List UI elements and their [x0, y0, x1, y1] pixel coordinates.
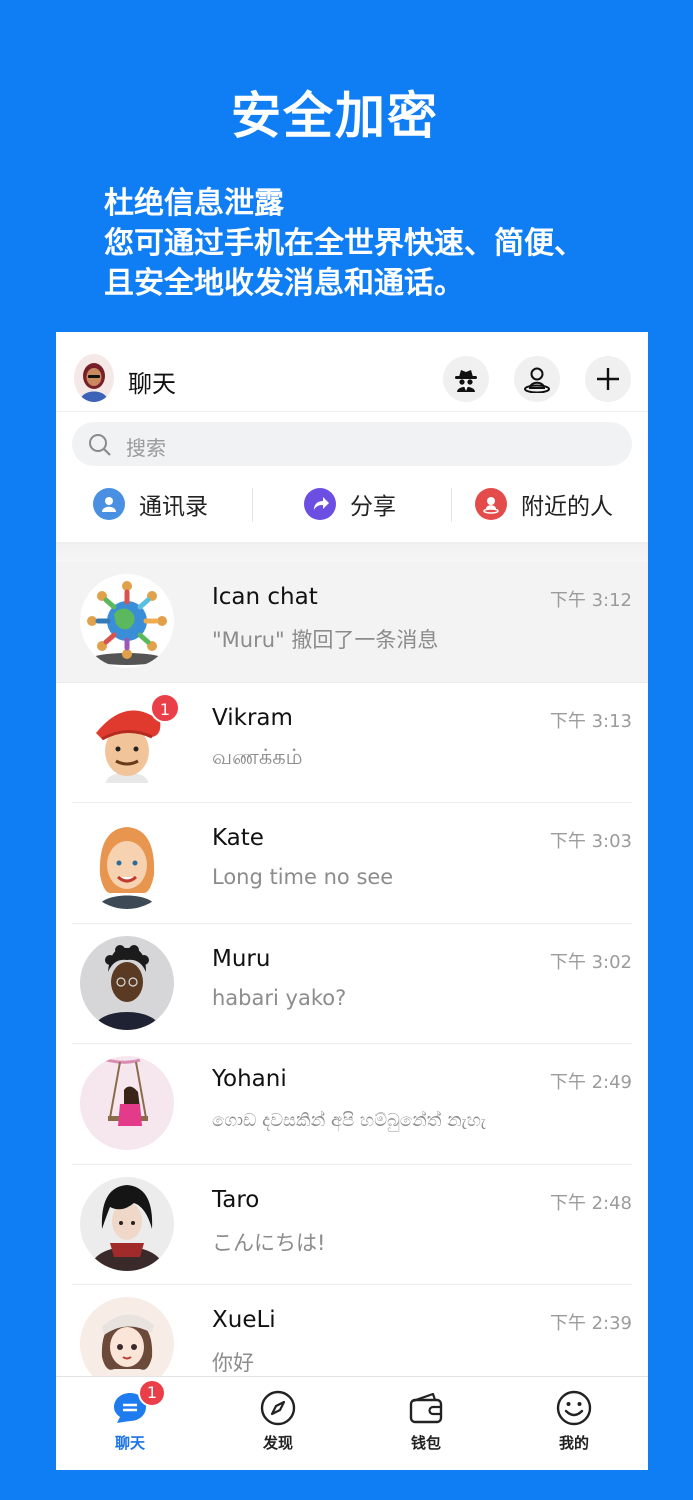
avatar [80, 574, 174, 668]
search-bar[interactable]: 搜索 [72, 422, 632, 466]
app-screen: 聊天 搜索 通讯录 分享 附近的人 Ican chat "Muru" 撤回了一条… [56, 332, 648, 1470]
share-icon [304, 488, 336, 520]
plus-icon [597, 368, 619, 390]
chat-time: 下午 2:48 [549, 1192, 632, 1214]
chat-last-message: habari yako? [212, 985, 347, 1010]
chat-last-message: ගොඩ දවසකින් අපි හම්බුනේත් නැහැ [212, 1110, 486, 1131]
chat-list: Ican chat "Muru" 撤回了一条消息 下午 3:12 1 Vikra… [56, 562, 648, 1406]
contacts-shortcut[interactable]: 通讯录 [93, 482, 208, 526]
chat-name: Vikram [212, 704, 293, 731]
tab-label: 钱包 [410, 1434, 441, 1452]
tab-discover[interactable]: 发现 [204, 1377, 352, 1470]
search-placeholder: 搜索 [126, 436, 166, 460]
bottom-tab-bar: 1 聊天 发现 钱包 我的 [56, 1376, 648, 1470]
chat-time: 下午 3:03 [549, 831, 632, 852]
chat-name: Yohani [212, 1066, 287, 1092]
smiley-icon [556, 1390, 592, 1426]
page-title: 聊天 [128, 370, 176, 398]
nearby-icon [475, 488, 507, 520]
divider [451, 488, 452, 522]
promo-line: 且安全地收发消息和通话。 [104, 266, 464, 301]
incognito-button[interactable] [443, 356, 489, 402]
tab-label: 我的 [558, 1434, 589, 1452]
unread-badge: 1 [150, 692, 180, 723]
avatar [80, 1056, 174, 1150]
tab-wallet[interactable]: 钱包 [352, 1377, 500, 1470]
avatar [80, 935, 174, 1030]
avatar [80, 815, 174, 909]
nearby-label: 附近的人 [521, 494, 613, 520]
avatar [80, 1176, 174, 1271]
chat-time: 下午 3:13 [549, 710, 632, 732]
tab-chat[interactable]: 1 聊天 [56, 1377, 204, 1470]
chat-last-message: வணக்கம் [212, 744, 303, 769]
chat-last-message: 你好 [212, 1351, 254, 1375]
promo-title: 安全加密 [231, 87, 439, 145]
chat-name: Taro [212, 1186, 260, 1213]
section-gap [56, 542, 648, 562]
chat-time: 下午 2:39 [549, 1313, 632, 1334]
tab-label: 聊天 [114, 1434, 145, 1452]
chat-name: Muru [212, 945, 271, 972]
chat-time: 下午 2:49 [549, 1072, 632, 1093]
nearby-location-button[interactable] [514, 356, 560, 402]
tab-me[interactable]: 我的 [500, 1377, 648, 1470]
unread-badge: 1 [138, 1379, 166, 1407]
contacts-icon [93, 488, 125, 520]
compass-icon [260, 1390, 296, 1426]
share-label: 分享 [350, 494, 396, 520]
tab-label: 发现 [262, 1434, 293, 1452]
nearby-people-shortcut[interactable]: 附近的人 [475, 482, 613, 526]
promo-description: 杜绝信息泄露 您可通过手机在全世界快速、简便、 且安全地收发消息和通话。 [104, 184, 584, 304]
add-button[interactable] [585, 356, 631, 402]
promo-line: 杜绝信息泄露 [104, 186, 284, 221]
shortcut-row: 通讯录 分享 附近的人 [56, 482, 648, 526]
chat-row-muru[interactable]: Muru habari yako? 下午 3:02 [56, 924, 648, 1044]
chat-last-message: "Muru" 撤回了一条消息 [212, 628, 439, 652]
chat-time: 下午 3:02 [549, 951, 632, 973]
wallet-icon [409, 1392, 443, 1424]
divider [252, 488, 253, 522]
chat-last-message: こんにちは! [212, 1230, 326, 1255]
chat-last-message: Long time no see [212, 865, 394, 889]
chat-row-kate[interactable]: Kate Long time no see 下午 3:03 [56, 803, 648, 924]
my-avatar[interactable] [74, 354, 114, 402]
person-pin-icon [524, 367, 550, 393]
incognito-icon [455, 370, 477, 392]
chat-name: Ican chat [212, 584, 318, 610]
chat-row-ican-chat[interactable]: Ican chat "Muru" 撤回了一条消息 下午 3:12 [56, 562, 648, 683]
chat-time: 下午 3:12 [549, 590, 632, 611]
share-shortcut[interactable]: 分享 [304, 482, 396, 526]
chat-row-taro[interactable]: Taro こんにちは! 下午 2:48 [56, 1165, 648, 1285]
chat-row-vikram[interactable]: 1 Vikram வணக்கம் 下午 3:13 [56, 683, 648, 803]
contacts-label: 通讯录 [139, 494, 208, 520]
search-icon [89, 434, 111, 456]
top-bar: 聊天 [56, 332, 648, 412]
chat-name: Kate [212, 825, 264, 851]
chat-name: XueLi [212, 1307, 276, 1333]
promo-line: 您可通过手机在全世界快速、简便、 [104, 226, 584, 261]
chat-row-yohani[interactable]: Yohani ගොඩ දවසකින් අපි හම්බුනේත් නැහැ 下午… [56, 1044, 648, 1165]
